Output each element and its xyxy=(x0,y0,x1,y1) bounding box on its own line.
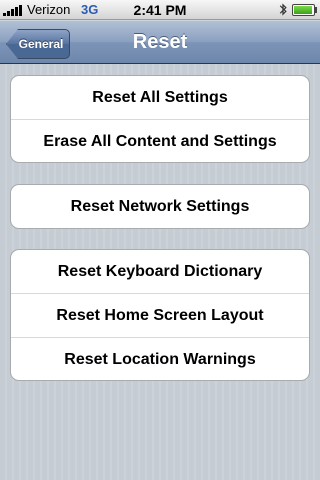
bluetooth-icon xyxy=(279,3,287,16)
battery-icon xyxy=(292,4,315,16)
reset-location-warnings-button[interactable]: Reset Location Warnings xyxy=(11,338,309,380)
reset-home-screen-layout-button[interactable]: Reset Home Screen Layout xyxy=(11,294,309,338)
reset-all-settings-button[interactable]: Reset All Settings xyxy=(11,76,309,120)
status-bar: Verizon 3G 2:41 PM xyxy=(0,0,320,20)
reset-network-settings-button[interactable]: Reset Network Settings xyxy=(11,185,309,228)
reset-keyboard-dictionary-button[interactable]: Reset Keyboard Dictionary xyxy=(11,250,309,294)
reset-group-3: Reset Keyboard Dictionary Reset Home Scr… xyxy=(10,249,310,381)
reset-group-1: Reset All Settings Erase All Content and… xyxy=(10,75,310,163)
battery-tip xyxy=(315,7,317,13)
navigation-bar: General Reset xyxy=(0,20,320,64)
status-time: 2:41 PM xyxy=(133,2,187,18)
page-title: Reset xyxy=(132,31,188,53)
erase-all-content-button[interactable]: Erase All Content and Settings xyxy=(11,120,309,162)
reset-group-2: Reset Network Settings xyxy=(10,184,310,229)
